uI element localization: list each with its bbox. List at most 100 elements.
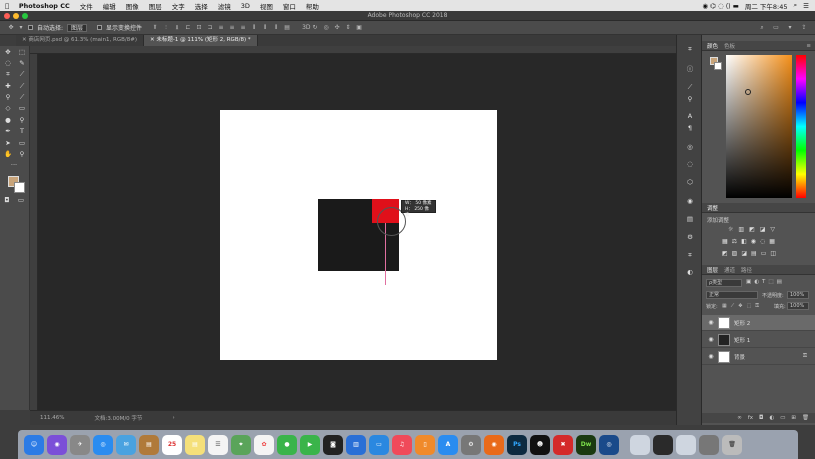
- history-brush-tool-icon[interactable]: ⟋: [17, 93, 27, 102]
- lock-transparent-icon[interactable]: ▦: [722, 303, 727, 309]
- align-icons[interactable]: ⫪ ⫶ ⫫ ⊏ ⊡ ⊐ ≡ ≡ ≡ ⦀ ⦀ ⦀ ▤: [152, 24, 290, 31]
- photos-icon[interactable]: ✿: [254, 434, 274, 455]
- dock-window-2[interactable]: [653, 434, 673, 455]
- filter-smart-icon[interactable]: ▤: [777, 279, 782, 285]
- clock[interactable]: 周二 下午8:45: [745, 1, 788, 11]
- 3d-slide-icon[interactable]: ⇕: [345, 24, 351, 31]
- layer-name[interactable]: 背景: [734, 353, 745, 361]
- chevron-down-icon[interactable]: ▾: [18, 24, 24, 31]
- quick-mask-icon[interactable]: ◘: [2, 196, 12, 205]
- 3d-pan-icon[interactable]: ✣: [334, 24, 340, 31]
- layer-row-rect-1[interactable]: ◉ 矩形 1: [702, 332, 815, 348]
- path-select-tool-icon[interactable]: ➤: [3, 139, 13, 148]
- hand-tool-icon[interactable]: ✋: [3, 150, 13, 159]
- layer-style-icon[interactable]: fx: [748, 415, 753, 421]
- lasso-tool-icon[interactable]: ◌: [3, 59, 13, 68]
- safari-icon[interactable]: ◎: [93, 434, 113, 455]
- clone-source-icon[interactable]: ⚲: [685, 95, 695, 104]
- rectangle-tool-icon[interactable]: ▭: [17, 139, 27, 148]
- posterize-icon[interactable]: ▨: [732, 250, 738, 257]
- tab-untitled-1[interactable]: ✕ 未标题-1 @ 111% (矩形 2, RGB/8) *: [144, 35, 258, 46]
- hue-sat-icon[interactable]: ▦: [722, 238, 728, 245]
- actions-icon[interactable]: ◉: [685, 197, 695, 206]
- fill-input[interactable]: 100%: [787, 302, 809, 310]
- messages-icon[interactable]: ●: [277, 434, 297, 455]
- zoom-level[interactable]: 111.46%: [40, 415, 64, 421]
- eyedropper-tool-icon[interactable]: ⟋: [17, 70, 27, 79]
- align-hcenter-icon[interactable]: ⊡: [196, 24, 202, 31]
- photoshop-icon[interactable]: Ps: [507, 434, 527, 455]
- add-mask-icon[interactable]: ◘: [759, 415, 763, 421]
- color-balance-icon[interactable]: ⚖: [732, 238, 737, 245]
- visibility-eye-icon[interactable]: ◉: [708, 353, 714, 360]
- tab-channels[interactable]: 通道: [724, 266, 735, 274]
- menu-select[interactable]: 选择: [190, 1, 213, 11]
- align-top-icon[interactable]: ⫪: [152, 24, 158, 31]
- color-picker-cursor[interactable]: [745, 89, 751, 95]
- healing-tool-icon[interactable]: ✚: [3, 82, 13, 91]
- app-store-icon[interactable]: A: [438, 434, 458, 455]
- timeline-icon[interactable]: ◐: [685, 268, 695, 277]
- brush-settings-icon[interactable]: ⟋: [685, 83, 695, 92]
- facetime-icon[interactable]: ▶: [300, 434, 320, 455]
- lock-image-icon[interactable]: ⟋: [731, 303, 735, 309]
- quick-select-tool-icon[interactable]: ✎: [17, 59, 27, 68]
- tab-layers[interactable]: 图层: [707, 266, 718, 274]
- layer-name[interactable]: 矩形 1: [734, 336, 750, 344]
- xmind-icon[interactable]: ✖: [553, 434, 573, 455]
- trash-icon[interactable]: 🗑: [722, 434, 742, 455]
- 3d-panel-icon[interactable]: ⌗: [685, 251, 695, 260]
- layer-name[interactable]: 矩形 2: [734, 319, 750, 327]
- color-bg-swatch[interactable]: [714, 62, 722, 70]
- brush-tool-icon[interactable]: ⟋: [17, 82, 27, 91]
- search-icon[interactable]: ⌕: [759, 24, 765, 31]
- tab-paths[interactable]: 路径: [741, 266, 752, 274]
- tab-color[interactable]: 颜色: [707, 42, 718, 50]
- zoom-tool-icon[interactable]: ⚲: [17, 150, 27, 159]
- menu-file[interactable]: 文件: [75, 1, 98, 11]
- new-group-icon[interactable]: ▭: [780, 415, 785, 421]
- dock-window-4[interactable]: [699, 434, 719, 455]
- launchpad-icon[interactable]: ✈: [70, 434, 90, 455]
- selective-color-icon[interactable]: ▤: [751, 250, 757, 257]
- calendar-icon[interactable]: 25: [162, 434, 182, 455]
- blend-mode-select[interactable]: 正常: [706, 291, 758, 299]
- gradient-tool-icon[interactable]: ▭: [17, 104, 27, 113]
- paragraph-icon[interactable]: ¶: [685, 124, 695, 133]
- browser-icon[interactable]: ◎: [599, 434, 619, 455]
- photo-booth-icon[interactable]: ◙: [323, 434, 343, 455]
- distribute-6-icon[interactable]: ⦀: [273, 24, 279, 31]
- lock-position-icon[interactable]: ✥: [738, 303, 742, 309]
- numbers-icon[interactable]: ▥: [346, 434, 366, 455]
- history-icon[interactable]: ⚙: [685, 233, 695, 242]
- share-icon[interactable]: ⇪: [801, 24, 807, 31]
- visibility-eye-icon[interactable]: ◉: [708, 336, 714, 343]
- pen-tool-icon[interactable]: ✒: [3, 127, 13, 136]
- auto-select-dropdown[interactable]: 图层: [67, 23, 88, 32]
- status-icons[interactable]: ◉ ⌬ ◌ ⟨⟩ ▬: [702, 2, 739, 10]
- top-ruler[interactable]: [30, 46, 676, 54]
- delete-layer-icon[interactable]: 🗑: [802, 415, 809, 421]
- lock-artboard-icon[interactable]: ⬚: [746, 303, 751, 309]
- distribute-4-icon[interactable]: ⦀: [251, 24, 257, 31]
- styles-icon[interactable]: ◌: [685, 160, 695, 169]
- more-tools-icon[interactable]: ···: [9, 161, 19, 170]
- layer-filter-kind[interactable]: ρ类型: [706, 279, 742, 287]
- new-layer-icon[interactable]: ⊞: [791, 415, 796, 421]
- panel-menu-icon[interactable]: ≡: [806, 43, 815, 49]
- maps-icon[interactable]: ⌖: [231, 434, 251, 455]
- libraries-icon[interactable]: ⌗: [685, 45, 695, 54]
- photo-filter-icon[interactable]: ◉: [751, 238, 756, 245]
- distribute-1-icon[interactable]: ≡: [218, 24, 224, 31]
- 3d-icons[interactable]: ↻ ◎ ✣ ⇕ ▣: [312, 24, 362, 31]
- align-vcenter-icon[interactable]: ⫶: [163, 24, 169, 31]
- 3d-roll-icon[interactable]: ◎: [323, 24, 329, 31]
- invert-icon[interactable]: ◩: [722, 250, 728, 257]
- navigator-icon[interactable]: ⬡: [685, 178, 695, 187]
- color-field[interactable]: [726, 55, 792, 198]
- vibrance-icon[interactable]: ▽: [770, 226, 775, 233]
- move-tool-icon[interactable]: ✥: [3, 48, 13, 57]
- menu-edit[interactable]: 编辑: [98, 1, 121, 11]
- blur-tool-icon[interactable]: ●: [3, 116, 13, 125]
- brightness-icon[interactable]: ☼: [728, 226, 733, 233]
